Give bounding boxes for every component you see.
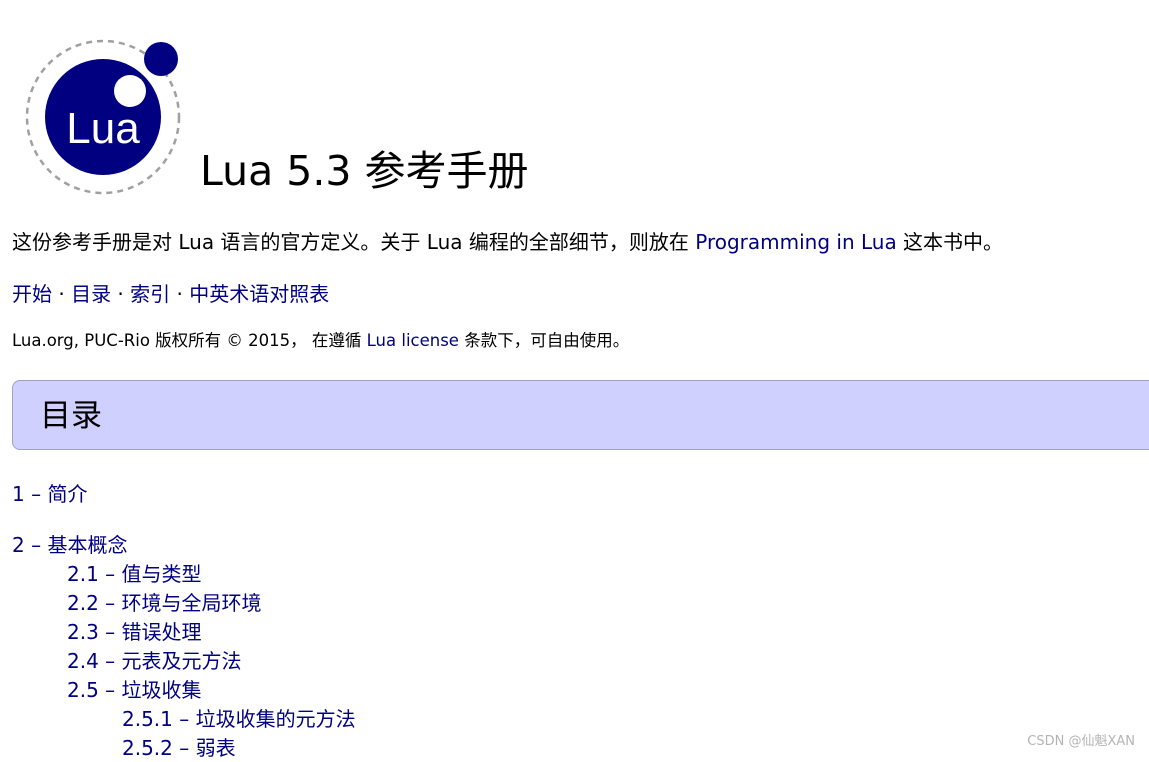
copyright-text: Lua.org, PUC-Rio 版权所有 © 2015， 在遵循	[12, 331, 367, 350]
toc-item-2-2[interactable]: 2.2 – 环境与全局环境	[67, 589, 262, 617]
nav-index-link[interactable]: 索引	[130, 282, 170, 306]
nav-glossary-link[interactable]: 中英术语对照表	[189, 282, 329, 306]
copyright-text-end: 条款下，可自由使用。	[458, 331, 630, 350]
toc-title: 目录	[40, 398, 102, 434]
logo-text: Lua	[66, 104, 140, 153]
intro-text-end: 这本书中。	[896, 230, 1004, 254]
toc-item-2-5-1[interactable]: 2.5.1 – 垃圾收集的元方法	[122, 705, 356, 733]
lua-license-link[interactable]: Lua license	[367, 331, 459, 350]
lua-logo: Lua	[24, 38, 184, 202]
intro-paragraph: 这份参考手册是对 Lua 语言的官方定义。关于 Lua 编程的全部细节，则放在 …	[12, 228, 1003, 256]
intro-text: 这份参考手册是对 Lua 语言的官方定义。关于 Lua 编程的全部细节，则放在	[12, 230, 696, 254]
csdn-watermark: CSDN @仙魁XAN	[1027, 734, 1135, 749]
toc-header: 目录	[12, 380, 1149, 450]
top-nav: 开始 · 目录 · 索引 · 中英术语对照表	[12, 282, 330, 306]
toc-item-2-3[interactable]: 2.3 – 错误处理	[67, 618, 202, 646]
toc-item-2-5[interactable]: 2.5 – 垃圾收集	[67, 676, 202, 704]
toc-item-2-5-2[interactable]: 2.5.2 – 弱表	[122, 734, 236, 762]
toc-item-1[interactable]: 1 – 简介	[12, 480, 87, 508]
page-title: Lua 5.3 参考手册	[200, 147, 529, 195]
nav-start-link[interactable]: 开始	[12, 282, 52, 306]
nav-contents-link[interactable]: 目录	[71, 282, 111, 306]
toc-item-2[interactable]: 2 – 基本概念	[12, 531, 127, 559]
copyright-notice: Lua.org, PUC-Rio 版权所有 © 2015， 在遵循 Lua li…	[12, 329, 629, 353]
programming-in-lua-link[interactable]: Programming in Lua	[695, 230, 896, 254]
toc-item-2-4[interactable]: 2.4 – 元表及元方法	[67, 647, 242, 675]
toc-item-2-1[interactable]: 2.1 – 值与类型	[67, 560, 202, 588]
